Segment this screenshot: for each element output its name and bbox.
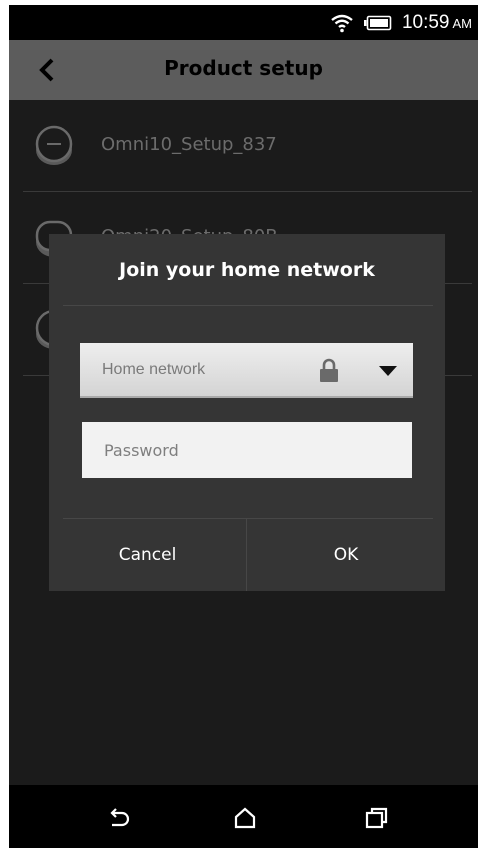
back-arrow-icon	[110, 808, 130, 827]
cancel-button[interactable]: Cancel	[49, 519, 246, 591]
join-network-dialog: Join your home network Home network Canc…	[49, 234, 445, 591]
status-time: 10:59 AM	[401, 12, 473, 33]
page-title: Product setup	[164, 56, 323, 80]
wifi-icon	[331, 14, 353, 33]
device-list-item[interactable]: Omni10_Setup_837	[9, 100, 478, 192]
dialog-title: Join your home network	[119, 259, 375, 281]
dialog-buttons: Cancel OK	[49, 519, 445, 591]
status-bar: 10:59 AM	[9, 5, 478, 40]
app-bar: Product setup	[9, 40, 478, 100]
nav-home-button[interactable]	[231, 805, 259, 831]
ok-button[interactable]: OK	[247, 519, 445, 591]
battery-icon	[363, 15, 392, 31]
nav-bar	[9, 785, 478, 848]
network-select-value: Home network	[102, 361, 206, 378]
recents-icon	[365, 807, 388, 829]
status-icons: 10:59 AM	[330, 12, 472, 34]
network-select[interactable]: Home network	[80, 343, 413, 398]
password-input[interactable]	[82, 422, 412, 478]
home-icon	[234, 807, 256, 829]
status-ampm: AM	[452, 16, 473, 31]
caret-down-icon	[379, 366, 397, 376]
lock-icon	[320, 358, 338, 382]
divider	[63, 305, 433, 306]
nav-recents-button[interactable]	[363, 805, 391, 831]
speaker-icon	[35, 125, 73, 165]
nav-back-button[interactable]	[105, 805, 133, 831]
device-name: Omni10_Setup_837	[101, 134, 277, 155]
phone-screen: 10:59AM Product setup Omni10_Setup_837	[9, 5, 478, 848]
